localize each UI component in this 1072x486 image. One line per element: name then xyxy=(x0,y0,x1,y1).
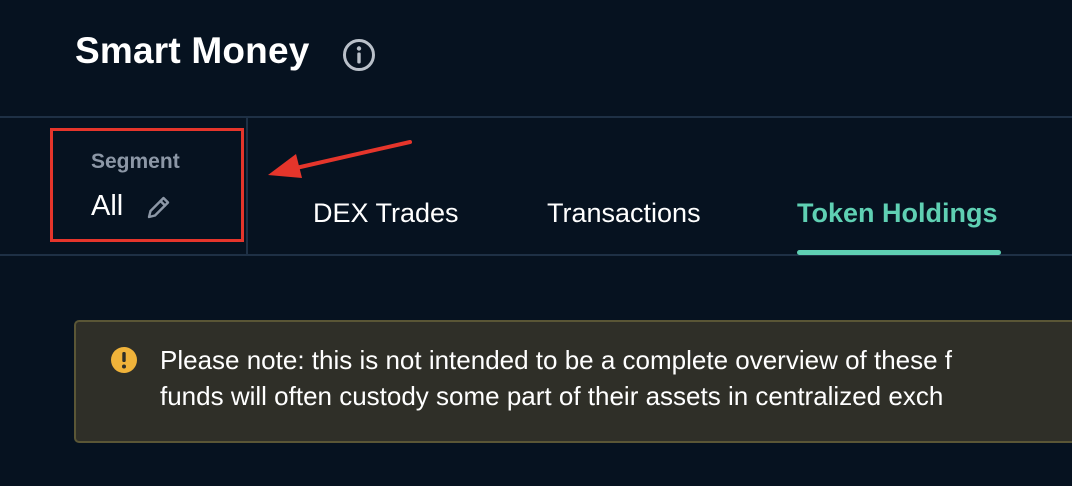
segment-divider xyxy=(246,118,248,254)
active-tab-indicator xyxy=(797,250,1001,255)
tab-transactions[interactable]: Transactions xyxy=(547,198,701,229)
info-circle-icon[interactable] xyxy=(342,38,376,72)
header-divider xyxy=(0,116,1072,118)
notice-line-2: funds will often custody some part of th… xyxy=(160,381,944,411)
page-title: Smart Money xyxy=(75,30,310,71)
segment-label: Segment xyxy=(91,150,180,173)
segment-selector[interactable]: All xyxy=(91,190,123,223)
segment-highlight-box xyxy=(50,128,244,242)
arrow-left-icon xyxy=(268,140,412,178)
tab-token-holdings[interactable]: Token Holdings xyxy=(797,198,998,229)
notice-line-1: Please note: this is not intended to be … xyxy=(160,345,953,375)
warning-icon xyxy=(111,347,137,373)
notice-text: Please note: this is not intended to be … xyxy=(160,342,952,414)
notice-banner: Please note: this is not intended to be … xyxy=(74,320,1072,443)
pencil-icon[interactable] xyxy=(144,192,174,222)
tab-dex-trades[interactable]: DEX Trades xyxy=(313,198,459,229)
page-header: Smart Money xyxy=(0,0,1072,116)
